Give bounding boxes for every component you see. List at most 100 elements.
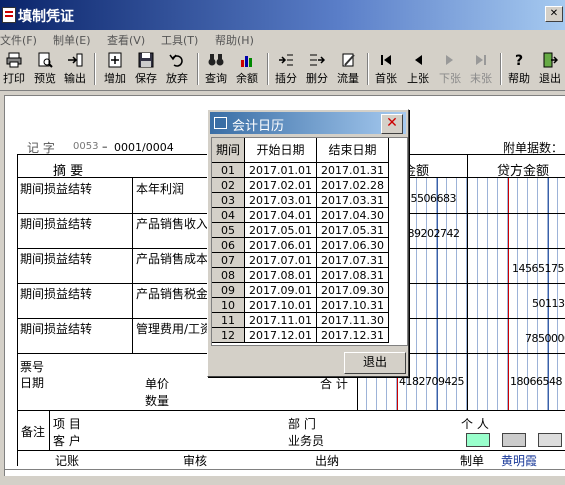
calendar-row[interactable]: 01 2017.01.01 2017.01.31 bbox=[212, 163, 407, 178]
period-cell: 06 bbox=[212, 238, 245, 253]
period-cell: 03 bbox=[212, 193, 245, 208]
first-button[interactable]: 首张 bbox=[371, 51, 401, 87]
summary-header: 摘 要 bbox=[53, 164, 84, 179]
ledger-icon[interactable] bbox=[502, 433, 526, 447]
start-date-cell: 2017.03.01 bbox=[245, 193, 317, 208]
calendar-row[interactable]: 03 2017.03.01 2017.03.31 bbox=[212, 193, 407, 208]
calendar-row[interactable]: 11 2017.11.01 2017.11.30 bbox=[212, 313, 407, 328]
menu-file[interactable]: 文件(F) bbox=[0, 32, 37, 48]
maker-name: 黄明霞 bbox=[501, 454, 538, 468]
row-credit: 145651751 bbox=[512, 262, 565, 275]
project-label: 项 目 bbox=[53, 417, 81, 431]
insert-entry-button[interactable]: 插分 bbox=[271, 51, 301, 87]
delete-row-icon bbox=[309, 52, 326, 68]
bar-chart-icon bbox=[239, 52, 255, 68]
voucher-page: 0001/0004 bbox=[114, 141, 174, 154]
window-title: 填制凭证 bbox=[18, 9, 74, 25]
row-summary: 期间损益结转 bbox=[20, 182, 93, 196]
end-date-cell: 2017.07.31 bbox=[317, 253, 389, 268]
calendar-row[interactable]: 04 2017.04.01 2017.04.30 bbox=[212, 208, 407, 223]
row-account: 管理费用/工资 bbox=[136, 322, 213, 336]
calendar-row[interactable]: 08 2017.08.01 2017.08.31 bbox=[212, 268, 407, 283]
start-date-cell: 2017.12.01 bbox=[245, 328, 317, 343]
menu-voucher[interactable]: 制单(E) bbox=[53, 32, 91, 48]
delete-entry-button[interactable]: 删分 bbox=[302, 51, 332, 87]
date-label: 日期 bbox=[20, 376, 45, 390]
toolbar-separator bbox=[94, 53, 96, 85]
export-button[interactable]: 输出 bbox=[61, 51, 89, 87]
end-date-cell: 2017.12.31 bbox=[317, 328, 389, 343]
close-icon[interactable]: ✕ bbox=[381, 114, 403, 134]
prev-button[interactable]: 上张 bbox=[403, 51, 433, 87]
col-start-header: 开始日期 bbox=[245, 138, 317, 163]
add-icon bbox=[107, 52, 123, 68]
exit-button[interactable]: 退出 bbox=[535, 51, 565, 87]
calendar-row[interactable]: 12 2017.12.01 2017.12.31 bbox=[212, 328, 407, 343]
edit-icon[interactable] bbox=[538, 433, 562, 447]
card-icon[interactable] bbox=[466, 433, 490, 447]
start-date-cell: 2017.11.01 bbox=[245, 313, 317, 328]
total-label: 合 计 bbox=[320, 377, 348, 391]
period-cell: 04 bbox=[212, 208, 245, 223]
remark-border bbox=[17, 450, 565, 451]
undo-icon bbox=[169, 52, 185, 68]
calendar-row[interactable]: 02 2017.02.01 2017.02.28 bbox=[212, 178, 407, 193]
bookkeeper-label: 记账 bbox=[55, 454, 80, 468]
pencil-icon bbox=[340, 52, 356, 68]
start-date-cell: 2017.06.01 bbox=[245, 238, 317, 253]
next-button[interactable]: 下张 bbox=[435, 51, 465, 87]
toolbar-separator bbox=[267, 53, 269, 85]
close-window-icon[interactable]: ✕ bbox=[545, 6, 563, 22]
menu-help[interactable]: 帮助(H) bbox=[215, 32, 254, 48]
credit-header: 贷方金额 bbox=[497, 164, 550, 179]
row-summary: 期间损益结转 bbox=[20, 287, 93, 301]
start-date-cell: 2017.07.01 bbox=[245, 253, 317, 268]
end-date-cell: 2017.01.31 bbox=[317, 163, 389, 178]
maker-label: 制单 bbox=[460, 454, 485, 468]
end-date-cell: 2017.08.31 bbox=[317, 268, 389, 283]
calendar-row[interactable]: 10 2017.10.01 2017.10.31 bbox=[212, 298, 407, 313]
calendar-row[interactable]: 05 2017.05.01 2017.05.31 bbox=[212, 223, 407, 238]
row-account: 产品销售税金 bbox=[136, 287, 209, 301]
save-button[interactable]: 保存 bbox=[131, 51, 161, 87]
preview-button[interactable]: 预览 bbox=[30, 51, 60, 87]
app-icon bbox=[2, 7, 16, 23]
col-period-header: 期间 bbox=[212, 138, 245, 163]
next-page-icon bbox=[442, 52, 458, 68]
last-button[interactable]: 末张 bbox=[466, 51, 496, 87]
calendar-grid[interactable]: 期间 开始日期 结束日期 01 2017.01.01 2017.01.31 02 201… bbox=[211, 137, 408, 346]
quantity-label: 数量 bbox=[145, 394, 170, 408]
exit-door-icon bbox=[542, 52, 559, 68]
end-date-cell: 2017.10.31 bbox=[317, 298, 389, 313]
end-date-cell: 2017.06.30 bbox=[317, 238, 389, 253]
window-icon bbox=[214, 117, 227, 129]
prev-page-icon bbox=[410, 52, 426, 68]
save-icon bbox=[138, 52, 154, 68]
period-cell: 09 bbox=[212, 283, 245, 298]
balance-button[interactable]: 余额 bbox=[232, 51, 262, 87]
add-button[interactable]: 增加 bbox=[100, 51, 130, 87]
discard-button[interactable]: 放弃 bbox=[162, 51, 192, 87]
start-date-cell: 2017.10.01 bbox=[245, 298, 317, 313]
toolbar-separator bbox=[500, 53, 502, 85]
menu-bar: 文件(F) 制单(E) 查看(V) 工具(T) 帮助(H) bbox=[0, 30, 565, 49]
voucher-number[interactable]: 0053 bbox=[73, 141, 98, 152]
exit-button[interactable]: 退出 bbox=[344, 352, 406, 374]
binoculars-icon bbox=[208, 52, 224, 68]
end-date-cell: 2017.09.30 bbox=[317, 283, 389, 298]
period-cell: 02 bbox=[212, 178, 245, 193]
help-button[interactable]: ? 帮助 bbox=[504, 51, 534, 87]
menu-view[interactable]: 查看(V) bbox=[107, 32, 145, 48]
calendar-row[interactable]: 07 2017.07.01 2017.07.31 bbox=[212, 253, 407, 268]
calendar-row[interactable]: 06 2017.06.01 2017.06.30 bbox=[212, 238, 407, 253]
customer-label: 客 户 bbox=[53, 434, 81, 448]
calendar-row[interactable]: 09 2017.09.01 2017.09.30 bbox=[212, 283, 407, 298]
svg-text:?: ? bbox=[515, 53, 523, 68]
row-summary: 期间损益结转 bbox=[20, 217, 93, 231]
menu-tools[interactable]: 工具(T) bbox=[161, 32, 198, 48]
query-button[interactable]: 查询 bbox=[201, 51, 231, 87]
cash-flow-button[interactable]: 流量 bbox=[333, 51, 363, 87]
printer-icon bbox=[6, 52, 22, 68]
print-button[interactable]: 打印 bbox=[0, 51, 28, 87]
insert-row-icon bbox=[278, 52, 294, 68]
